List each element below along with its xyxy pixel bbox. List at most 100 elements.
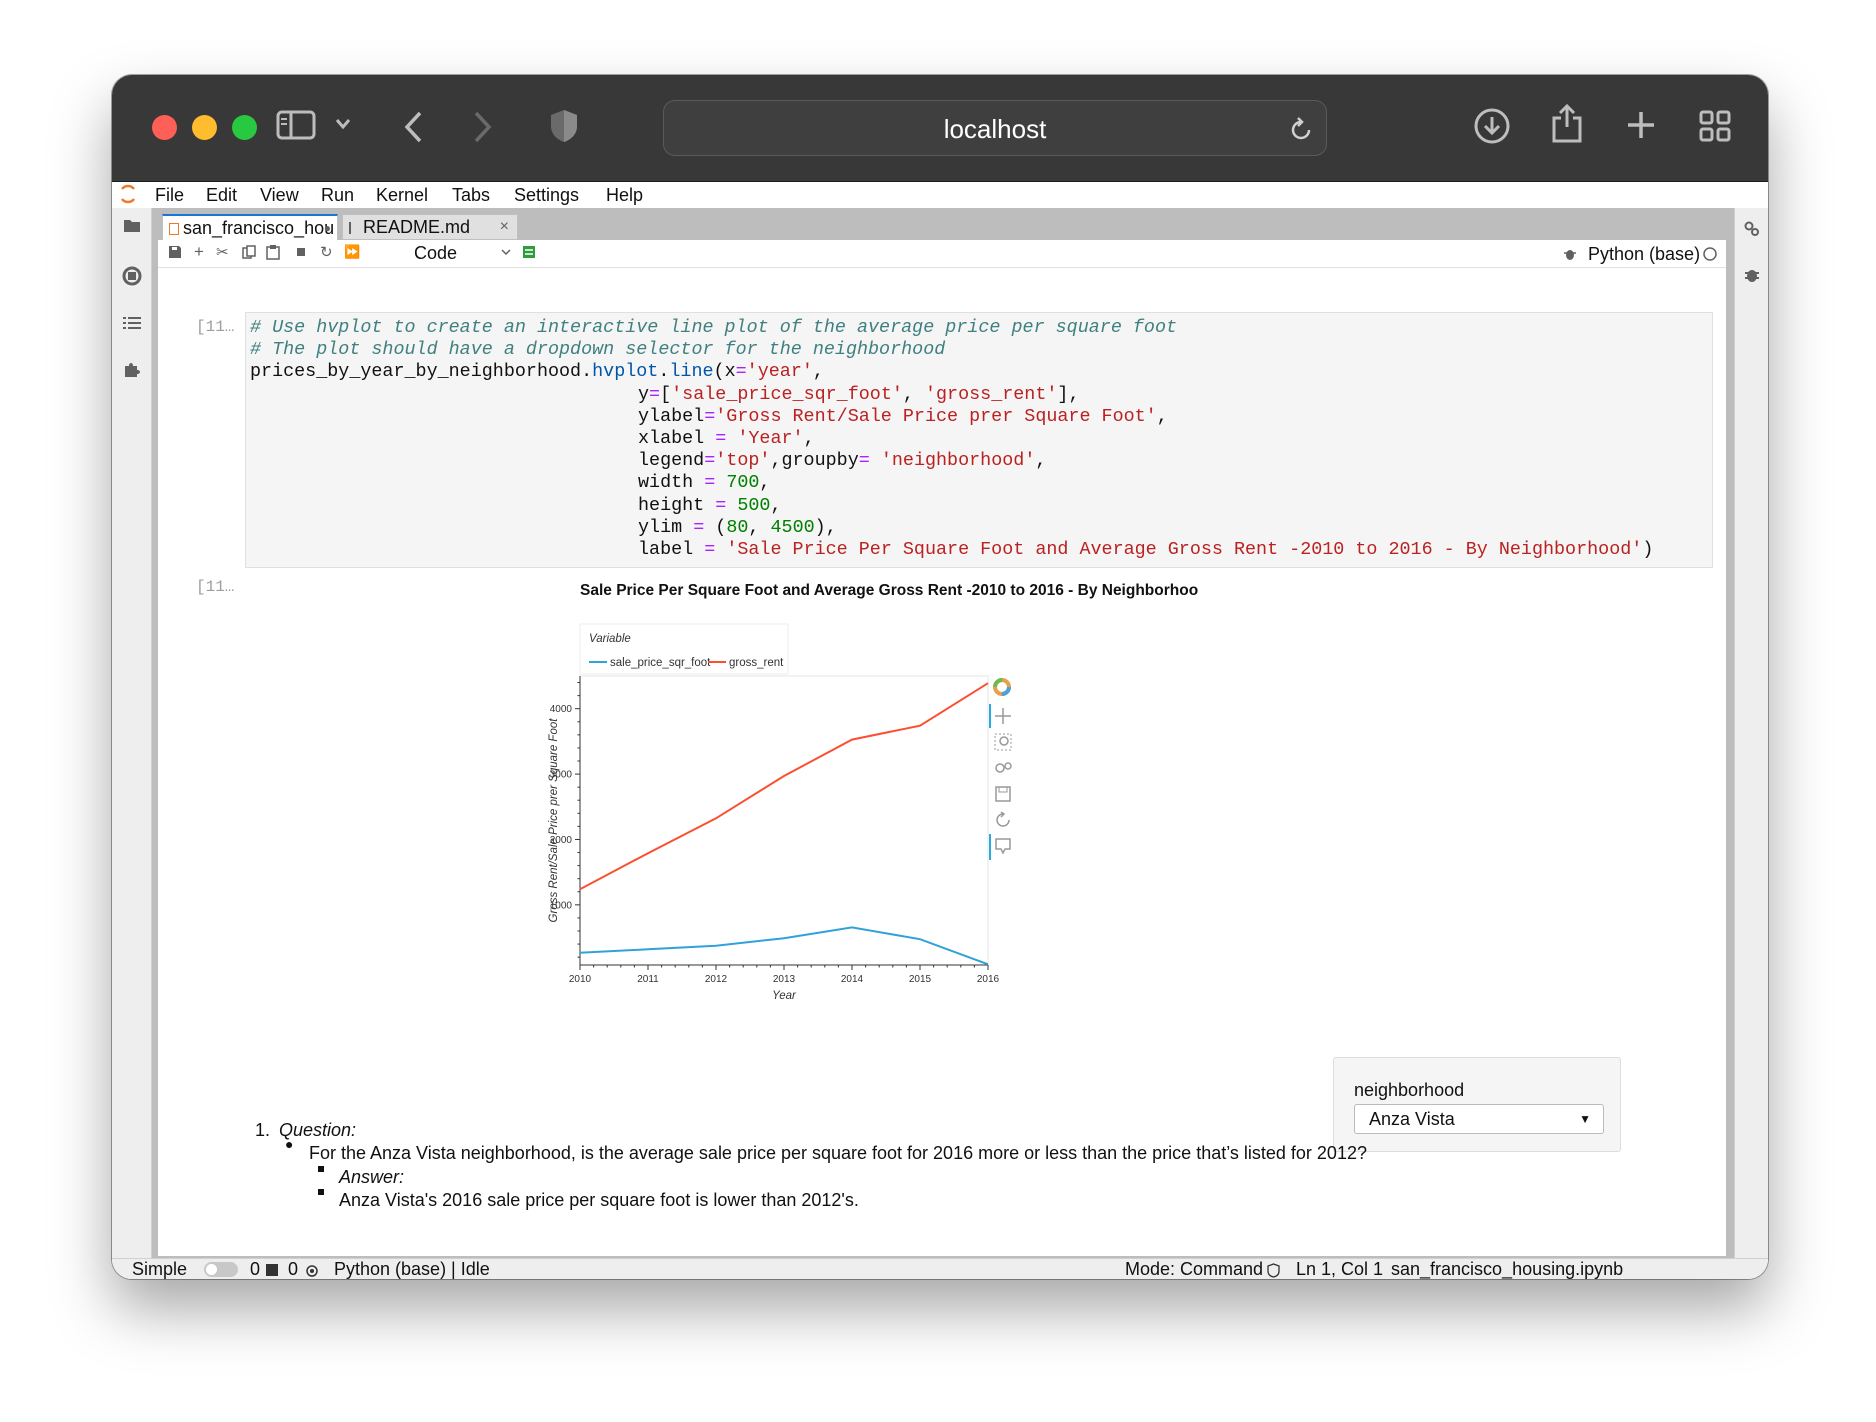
back-icon[interactable] [402, 109, 426, 150]
simple-mode-label: Simple [132, 1259, 188, 1279]
code-token: label [638, 539, 705, 561]
chevron-down-icon[interactable] [334, 115, 352, 138]
toc-icon[interactable] [123, 314, 141, 335]
debugger-icon[interactable] [1744, 266, 1760, 289]
cursor-position[interactable]: Ln 1, Col 1 [1296, 1259, 1383, 1279]
code-token: 'Sale Price Per Square Foot and Average … [726, 539, 1643, 561]
code-token: (x [713, 361, 736, 383]
cell-type-select[interactable]: Code [414, 243, 457, 264]
code-line-2: # The plot should have a dropdown select… [250, 339, 1712, 361]
simple-mode-toggle[interactable] [204, 1262, 238, 1277]
running-icon[interactable] [122, 266, 142, 291]
kernel-status[interactable]: Python (base) | Idle [334, 1259, 490, 1279]
question-number: 1. [255, 1120, 271, 1140]
extension-icon[interactable] [123, 360, 141, 383]
menu-view[interactable]: View [260, 185, 299, 206]
cut-icon[interactable]: ✂ [216, 243, 229, 261]
code-token: ,groupby [770, 450, 859, 472]
output-area: Sale Price Per Square Foot and Average G… [245, 570, 1713, 1152]
copy-icon[interactable] [242, 245, 256, 262]
code-token: , [1035, 450, 1047, 472]
forward-icon[interactable] [470, 109, 494, 150]
chevron-down-icon[interactable] [500, 244, 512, 260]
code-token: 'sale_price_sqr_foot' [671, 383, 903, 405]
restart-icon[interactable]: ↻ [320, 243, 333, 261]
property-inspector-icon[interactable] [1743, 220, 1761, 243]
wheel-zoom-tool-icon[interactable] [995, 762, 1012, 773]
privacy-shield-icon[interactable] [549, 108, 579, 149]
folder-icon[interactable] [123, 218, 141, 239]
code-token: 'neighborhood' [880, 450, 1036, 472]
code-token: = [858, 450, 870, 472]
bullet-square-icon [318, 1189, 324, 1195]
kernel-name[interactable]: Python (base) [1588, 244, 1700, 265]
share-icon[interactable] [1550, 101, 1584, 150]
code-token: ), [814, 516, 837, 538]
close-tab-icon[interactable]: × [500, 215, 509, 239]
paste-icon[interactable] [266, 245, 280, 263]
bullet-disc-icon: ● [285, 1136, 294, 1152]
code-line-3: prices_by_year_by_neighborhood.hvplot.li… [250, 361, 1712, 383]
debug-bug-icon[interactable] [1564, 247, 1576, 264]
box-zoom-tool-icon[interactable] [994, 733, 1012, 751]
bokeh-logo-icon[interactable] [993, 678, 1011, 696]
x-tick-label: 2013 [773, 974, 796, 985]
new-tab-icon[interactable] [1625, 109, 1657, 146]
code-token: . [658, 361, 670, 383]
sidebar-toggle-icon[interactable] [276, 109, 316, 146]
notebook-panel: + ✂ ↻ ⏩ Code Python (base) [11… # Use hv… [158, 240, 1726, 1256]
document-tabbar: san_francisco_hou ● README.md × [152, 208, 1734, 240]
cell-tags-icon[interactable] [522, 245, 536, 262]
terminal-count[interactable]: 0 [250, 1259, 260, 1279]
code-line-6: xlabel = 'Year', [250, 428, 1712, 450]
hover-tool-icon[interactable] [995, 838, 1011, 855]
mode-indicator[interactable]: Mode: Command [1125, 1259, 1263, 1279]
pan-tool-icon[interactable] [995, 708, 1011, 724]
kernel-count[interactable]: 0 [288, 1259, 298, 1279]
statusbar: Simple 0 0 Python (base) | Idle Mode: Co… [112, 1258, 1768, 1279]
code-token: , [770, 494, 782, 516]
bullet-square-icon [318, 1166, 324, 1172]
code-token: = [715, 428, 727, 450]
tab-notebook-label: san_francisco_hou [183, 218, 335, 238]
tab-overview-icon[interactable] [1698, 109, 1732, 148]
code-cell[interactable]: # Use hvplot to create an interactive li… [245, 312, 1713, 568]
code-line-8: width = 700, [250, 472, 1712, 494]
download-icon[interactable] [1473, 107, 1511, 150]
x-tick-label: 2016 [977, 974, 1000, 985]
menu-help[interactable]: Help [606, 185, 643, 206]
menu-kernel[interactable]: Kernel [376, 185, 428, 206]
widget-label: neighborhood [1354, 1080, 1465, 1100]
notebook-toolbar: + ✂ ↻ ⏩ Code Python (base) [158, 240, 1726, 268]
code-token: = [704, 405, 716, 427]
menu-run[interactable]: Run [321, 185, 354, 206]
x-tick-label: 2011 [637, 974, 659, 985]
menubar: File Edit View Run Kernel Tabs Settings … [112, 182, 1768, 208]
address-bar[interactable]: localhost [663, 100, 1327, 156]
reset-tool-icon[interactable] [996, 811, 1010, 827]
menu-tabs[interactable]: Tabs [452, 185, 490, 206]
code-line-7: legend='top',groupby= 'neighborhood', [250, 450, 1712, 472]
code-token: ], [1057, 383, 1080, 405]
fast-forward-icon[interactable]: ⏩ [344, 244, 360, 260]
menu-settings[interactable]: Settings [514, 185, 579, 206]
series-line-sale-price-sqr-foot [579, 926, 989, 966]
code-token: 700 [726, 472, 760, 494]
y-tick-label: 4000 [550, 704, 573, 715]
tab-readme[interactable]: README.md × [342, 214, 518, 240]
menu-file[interactable]: File [155, 185, 184, 206]
code-token: 'year' [746, 361, 813, 383]
close-window-button[interactable] [152, 115, 177, 140]
menu-edit[interactable]: Edit [206, 185, 237, 206]
reload-icon[interactable] [1288, 115, 1314, 148]
tab-notebook[interactable]: san_francisco_hou ● [162, 214, 338, 240]
line-chart[interactable]: Variable sale_price_sqr_foot gross_rent … [425, 620, 1065, 1020]
run-icon[interactable] [296, 245, 306, 261]
save-tool-icon[interactable] [995, 786, 1011, 802]
zoom-window-button[interactable] [232, 115, 257, 140]
save-icon[interactable] [168, 245, 182, 262]
kernel-gear-icon [305, 1262, 319, 1279]
minimize-window-button[interactable] [192, 115, 217, 140]
add-cell-icon[interactable]: + [194, 242, 204, 262]
trust-shield-icon[interactable] [1267, 1262, 1280, 1279]
